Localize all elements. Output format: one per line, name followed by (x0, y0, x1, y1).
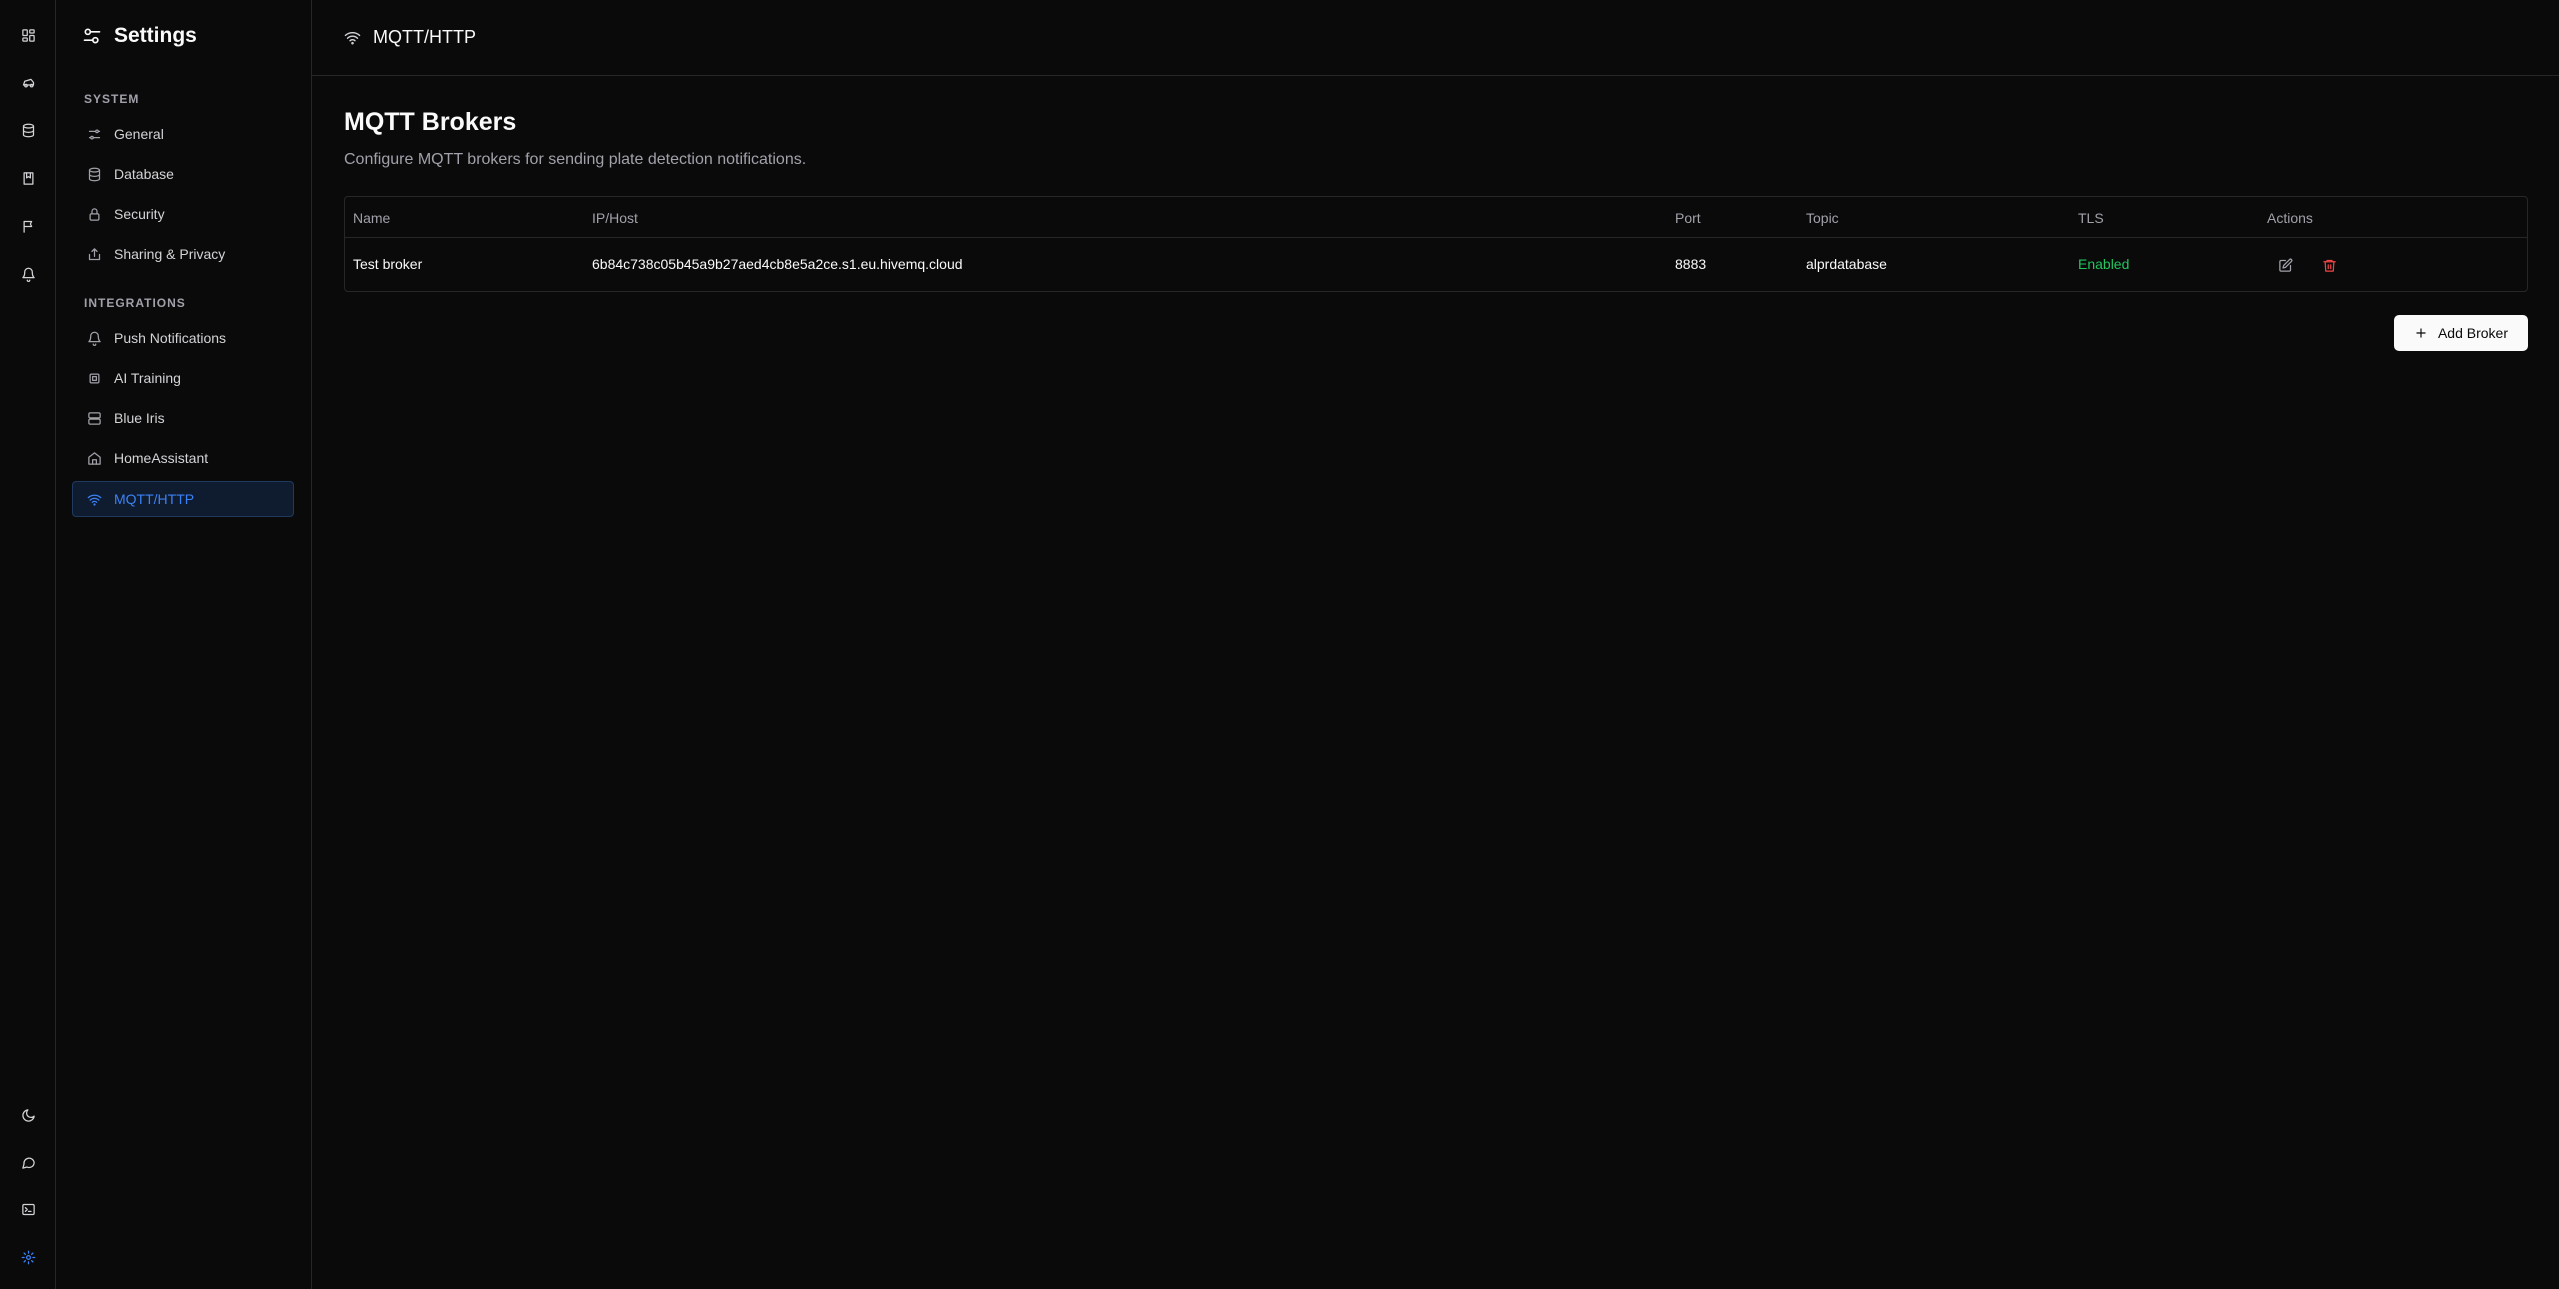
home-icon (88, 451, 101, 465)
column-header-port: Port (1675, 210, 1701, 226)
delete-broker-button[interactable] (2314, 250, 2344, 280)
sidebar-item-push-notifications[interactable]: Push Notifications (72, 320, 294, 356)
database-icon (88, 167, 101, 181)
cell-name: Test broker (353, 256, 423, 272)
sidebar-item-label: Blue Iris (114, 410, 165, 426)
sidebar-item-mqtt-http[interactable]: MQTT/HTTP (72, 481, 294, 517)
section-label-integrations: INTEGRATIONS (84, 296, 186, 310)
gear-icon[interactable] (12, 1241, 44, 1273)
edit-broker-button[interactable] (2270, 250, 2300, 280)
brokers-table: Name IP/Host Port Topic TLS Actions Test… (344, 196, 2528, 292)
sidebar-item-ai-training[interactable]: AI Training (72, 360, 294, 396)
sidebar-item-blue-iris[interactable]: Blue Iris (72, 400, 294, 436)
sidebar-item-homeassistant[interactable]: HomeAssistant (72, 440, 294, 476)
message-icon[interactable] (12, 1146, 44, 1178)
cell-host: 6b84c738c05b45a9b27aed4cb8e5a2ce.s1.eu.h… (592, 256, 963, 272)
column-header-host: IP/Host (592, 210, 638, 226)
flag-icon[interactable] (12, 210, 44, 242)
cell-topic: alprdatabase (1806, 256, 1887, 272)
plus-icon (2416, 328, 2426, 338)
table-row: Test broker 6b84c738c05b45a9b27aed4cb8e5… (345, 238, 2527, 292)
add-broker-button[interactable]: Add Broker (2394, 315, 2528, 351)
dashboard-icon[interactable] (12, 19, 44, 51)
settings-sidebar: Settings SYSTEM General Database Securit… (56, 0, 312, 1289)
sidebar-item-security[interactable]: Security (72, 196, 294, 232)
sliders-icon (88, 129, 101, 139)
sidebar-item-label: HomeAssistant (114, 450, 209, 466)
add-broker-label: Add Broker (2437, 325, 2509, 341)
sidebar-item-label: Push Notifications (114, 330, 227, 346)
bell-icon[interactable] (12, 258, 44, 290)
sidebar-item-sharing-privacy[interactable]: Sharing & Privacy (72, 236, 294, 272)
share-icon (88, 247, 101, 260)
sidebar-item-general[interactable]: General (72, 116, 294, 152)
edit-icon (2278, 258, 2292, 272)
cell-port: 8883 (1675, 256, 1707, 272)
car-icon[interactable] (12, 66, 44, 98)
sidebar-item-label: Database (114, 166, 174, 182)
table-header: Name IP/Host Port Topic TLS Actions (345, 197, 2527, 238)
database-icon[interactable] (12, 114, 44, 146)
trash-icon (2322, 259, 2336, 272)
sidebar-item-database[interactable]: Database (72, 156, 294, 192)
column-header-name: Name (353, 210, 391, 226)
header-title: MQTT/HTTP (373, 27, 476, 47)
lock-icon (89, 207, 100, 221)
page-title: MQTT Brokers (344, 108, 517, 136)
page-description: Configure MQTT brokers for sending plate… (344, 151, 807, 168)
sidebar-item-label: Sharing & Privacy (114, 246, 226, 262)
column-header-topic: Topic (1806, 210, 1839, 226)
settings-sliders-icon (83, 28, 101, 44)
terminal-icon[interactable] (12, 1193, 44, 1225)
cpu-icon (89, 373, 100, 383)
section-label-system: SYSTEM (84, 92, 140, 106)
sidebar-title: Settings (82, 24, 197, 48)
icon-rail (0, 0, 56, 1289)
sidebar-item-label: MQTT/HTTP (114, 491, 195, 507)
cell-tls-status: Enabled (2078, 256, 2130, 272)
wifi-icon (344, 31, 361, 45)
sidebar-item-label: Security (114, 206, 165, 222)
sidebar-item-label: AI Training (114, 370, 181, 386)
wifi-icon (87, 494, 102, 506)
app-root: Settings SYSTEM General Database Securit… (0, 0, 2559, 1289)
book-icon[interactable] (12, 162, 44, 194)
sidebar-item-label: General (114, 126, 164, 142)
server-icon (88, 411, 101, 425)
bell-icon (88, 331, 101, 346)
page-header: MQTT/HTTP (312, 0, 2559, 76)
column-header-tls: TLS (2078, 210, 2104, 226)
column-header-actions: Actions (2267, 210, 2313, 226)
sidebar-title-text: Settings (114, 24, 197, 47)
moon-icon[interactable] (12, 1099, 44, 1131)
